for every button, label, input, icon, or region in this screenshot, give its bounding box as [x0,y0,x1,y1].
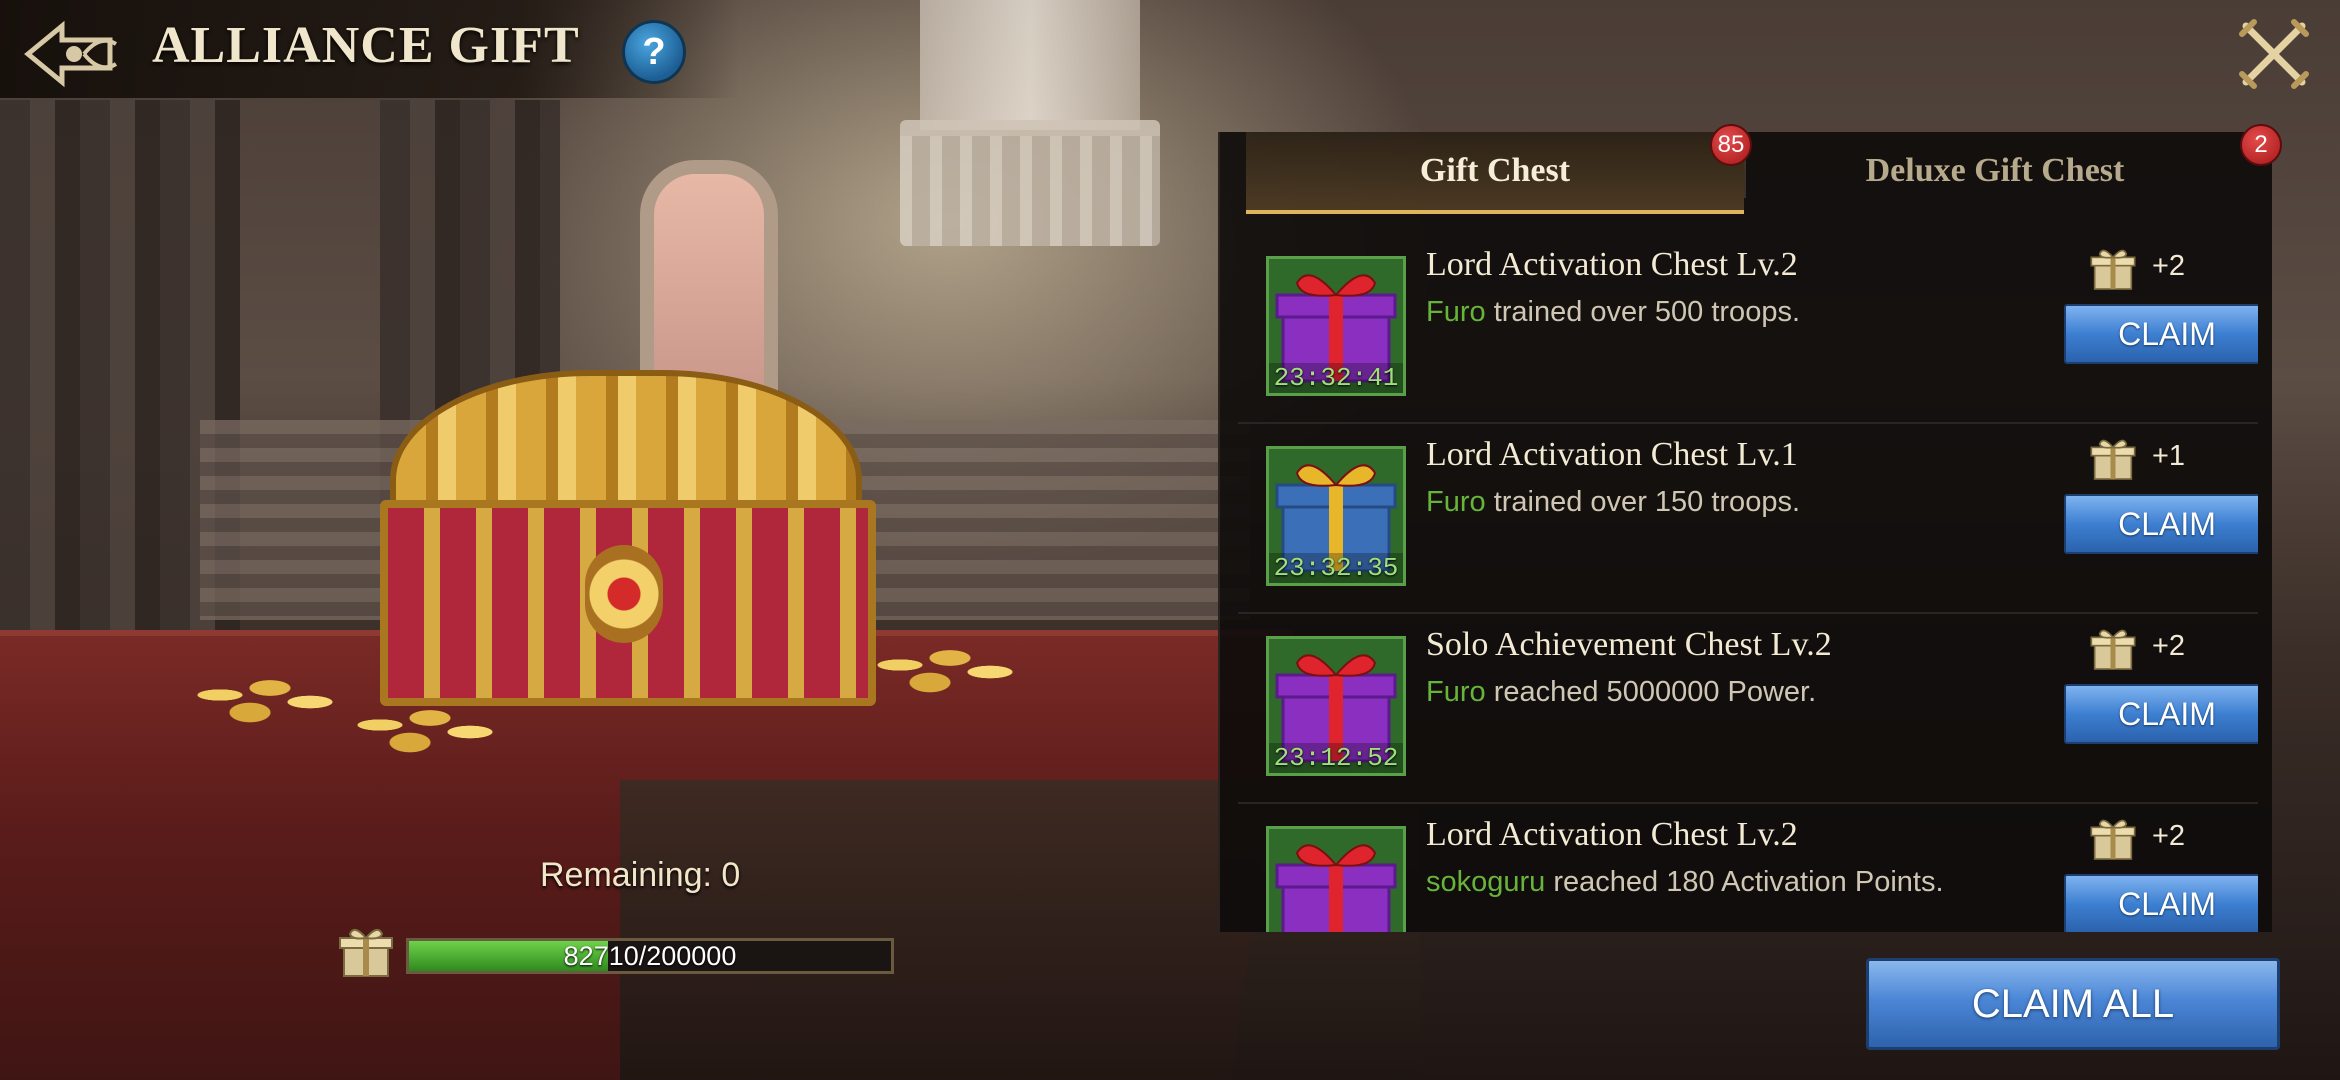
close-button[interactable] [2238,18,2310,90]
deluxe-chest-count-badge: 2 [2240,124,2282,166]
gift-name: Lord Activation Chest Lv.1 [1426,436,1798,473]
gift-chest-thumbnail: 23:32:35 [1266,446,1406,586]
gift-action: trained over 500 troops. [1493,296,1801,328]
claim-all-button[interactable]: CLAIM ALL [1866,958,2280,1050]
remaining-count: Remaining: 0 [540,856,741,894]
gift-box-reward-icon [2088,624,2138,674]
tab-deluxe-gift-chest[interactable]: Deluxe Gift Chest [1746,132,2244,210]
gift-description: Furo reached 5000000 Power. [1426,676,2046,709]
gift-chest-count-badge: 85 [1710,124,1752,166]
gift-box-icon [336,922,396,982]
back-button[interactable] [14,14,126,94]
gift-row: 23:32:35 Lord Activation Chest Lv.1 Furo… [1238,422,2258,614]
gift-description: sokoguru reached 180 Activation Points. [1426,866,2046,899]
gift-action: trained over 150 troops. [1493,486,1801,518]
gift-row: 23:32:41 Lord Activation Chest Lv.2 Furo… [1238,232,2258,424]
gift-row: 23:10:51 Lord Activation Chest Lv.2 soko… [1238,802,2258,932]
gift-list-panel: Gift Chest Deluxe Gift Chest 85 2 23:32:… [1218,124,2282,932]
reward-count: +1 [2152,440,2186,472]
claim-button[interactable]: CLAIM [2064,304,2258,364]
gift-chest-thumbnail: 23:32:41 [1266,256,1406,396]
reward-count: +2 [2152,820,2186,852]
player-name: Furo [1426,676,1486,708]
gift-list: 23:32:41 Lord Activation Chest Lv.2 Furo… [1238,232,2258,932]
gold-coins-pile-right [840,630,1040,700]
progress-text: 82710/200000 [563,941,737,971]
claim-button[interactable]: CLAIM [2064,684,2258,744]
chest-lock-jewel [585,545,663,643]
gift-row: 23:12:52 Solo Achievement Chest Lv.2 Fur… [1238,612,2258,804]
player-name: Furo [1426,486,1486,518]
gift-progress-bar: 82710/200000 [406,938,894,974]
treasure-chest-illustration [360,370,880,730]
page-title: ALLIANCE GIFT [152,17,580,74]
gold-coins-pile-center [320,690,520,760]
help-button[interactable]: ? [622,20,686,84]
crossed-swords-close-icon [2239,19,2309,89]
gift-timer: 23:32:35 [1269,553,1403,583]
player-name: sokoguru [1426,866,1546,898]
claim-button[interactable]: CLAIM [2064,494,2258,554]
gift-timer: 23:32:41 [1269,363,1403,393]
player-name: Furo [1426,296,1486,328]
tab-gift-chest[interactable]: Gift Chest [1246,132,1744,214]
gift-chest-thumbnail: 23:12:52 [1266,636,1406,776]
tab-bar: Gift Chest Deluxe Gift Chest 85 2 [1220,124,2282,214]
reward-count: +2 [2152,630,2186,662]
gift-box-icon [1275,844,1397,932]
ornate-back-arrow-icon [24,20,118,88]
header-bar: ALLIANCE GIFT ? [0,0,740,98]
reward-count: +2 [2152,250,2186,282]
gift-action: reached 180 Activation Points. [1553,866,1944,898]
gift-name: Solo Achievement Chest Lv.2 [1426,626,1832,663]
game-scene: ALLIANCE GIFT ? Remaining: 0 82710/20000… [0,0,2340,1080]
claim-button[interactable]: CLAIM [2064,874,2258,932]
gift-chest-thumbnail: 23:10:51 [1266,826,1406,932]
background-pillar [920,0,1140,130]
gift-box-reward-icon [2088,244,2138,294]
gift-name: Lord Activation Chest Lv.2 [1426,246,1798,283]
gift-action: reached 5000000 Power. [1493,676,1817,708]
gift-description: Furo trained over 150 troops. [1426,486,2046,519]
background-balcony [900,120,1160,246]
gift-timer: 23:12:52 [1269,743,1403,773]
gift-description: Furo trained over 500 troops. [1426,296,2046,329]
gift-box-reward-icon [2088,434,2138,484]
gift-name: Lord Activation Chest Lv.2 [1426,816,1798,853]
gift-box-reward-icon [2088,814,2138,864]
